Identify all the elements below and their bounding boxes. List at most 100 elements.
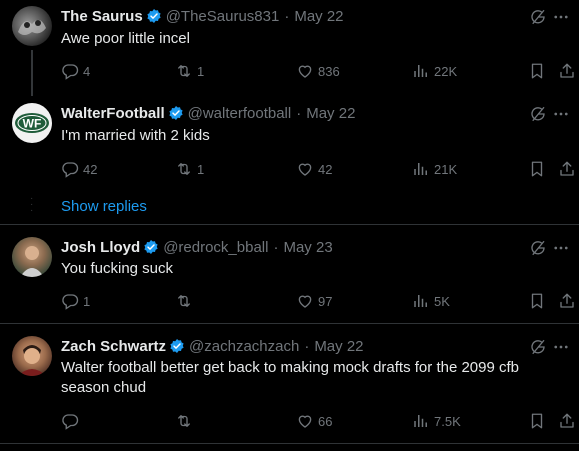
like-count: 66 [318, 413, 333, 429]
tweet-header: Zach Schwartz @zachzachzach · May 22 [61, 336, 364, 356]
display-name[interactable]: Zach Schwartz [61, 338, 166, 355]
share-icon [558, 160, 576, 178]
tweet-actions: 1 97 5K [61, 291, 579, 311]
repost-icon [175, 292, 193, 310]
display-name[interactable]: WalterFootball [61, 105, 165, 122]
reply-count: 4 [83, 63, 91, 79]
avatar-image-icon [18, 345, 46, 376]
user-handle[interactable]: @zachzachzach [189, 338, 299, 355]
avatar[interactable] [12, 6, 52, 46]
repost-icon [175, 412, 193, 430]
views-button[interactable]: 7.5K [412, 411, 461, 431]
share-button[interactable] [558, 61, 576, 81]
tweet-text: You fucking suck [61, 260, 174, 277]
bookmark-icon [528, 412, 546, 430]
tweet-actions: 42 1 42 21K [61, 159, 579, 179]
tweet[interactable]: WF WalterFootball @walterfootball · May … [0, 95, 579, 190]
views-icon [412, 62, 430, 80]
tweet-date[interactable]: May 22 [306, 105, 355, 122]
views-icon [412, 160, 430, 178]
reply-button[interactable]: 4 [61, 61, 90, 81]
bookmark-icon [528, 292, 546, 310]
display-name[interactable]: Josh Lloyd [61, 239, 140, 256]
like-icon [296, 62, 314, 80]
share-button[interactable] [558, 411, 576, 431]
bookmark-button[interactable] [528, 411, 546, 431]
bookmark-button[interactable] [528, 159, 546, 179]
like-button[interactable]: 42 [296, 159, 332, 179]
avatar-image-icon [18, 19, 46, 35]
avatar[interactable] [12, 336, 52, 376]
bookmark-button[interactable] [528, 291, 546, 311]
user-handle[interactable]: @redrock_bball [163, 239, 268, 256]
tweet[interactable]: Josh Lloyd @redrock_bball · May 23 You f… [0, 225, 579, 323]
view-count: 7.5K [434, 413, 461, 429]
repost-icon [175, 62, 193, 80]
tweet-header: WalterFootball @walterfootball · May 22 [61, 103, 355, 123]
like-count: 97 [318, 293, 333, 309]
views-button[interactable]: 21K [412, 159, 457, 179]
tweet-date[interactable]: May 22 [294, 8, 343, 25]
repost-button[interactable]: 1 [175, 61, 204, 81]
reply-button[interactable]: 42 [61, 159, 97, 179]
bookmark-icon [528, 160, 546, 178]
tweet-header: The Saurus @TheSaurus831 · May 22 [61, 6, 344, 26]
repost-button[interactable] [175, 411, 197, 431]
avatar[interactable] [12, 237, 52, 277]
views-button[interactable]: 5K [412, 291, 450, 311]
divider [0, 443, 579, 444]
reply-icon [61, 160, 79, 178]
like-button[interactable]: 66 [296, 411, 332, 431]
walterfootball-logo-icon: WF [15, 113, 49, 133]
user-handle[interactable]: @TheSaurus831 [166, 8, 280, 25]
verified-badge-icon [143, 239, 159, 255]
repost-button[interactable]: 1 [175, 159, 204, 179]
views-button[interactable]: 22K [412, 61, 457, 81]
view-count: 22K [434, 63, 458, 79]
share-button[interactable] [558, 159, 576, 179]
like-button[interactable]: 836 [296, 61, 340, 81]
tweet-text: Awe poor little incel [61, 30, 190, 47]
tweet-date[interactable]: May 23 [283, 239, 332, 256]
repost-count: 1 [197, 161, 205, 177]
tweet[interactable]: The Saurus @TheSaurus831 · May 22 Awe po… [0, 0, 579, 95]
grok-icon[interactable] [529, 239, 547, 257]
show-replies-link[interactable]: Show replies [61, 198, 147, 215]
separator-dot: · [284, 7, 290, 25]
reply-icon [61, 62, 79, 80]
reply-button[interactable] [61, 411, 83, 431]
more-options-icon[interactable] [551, 8, 571, 26]
repost-button[interactable] [175, 291, 197, 311]
like-icon [296, 412, 314, 430]
thread-line [31, 50, 33, 96]
repost-icon [175, 160, 193, 178]
more-options-icon[interactable] [551, 239, 571, 257]
reply-icon [61, 412, 79, 430]
display-name[interactable]: The Saurus [61, 8, 143, 25]
verified-badge-icon [169, 338, 185, 354]
more-options-icon[interactable] [551, 105, 571, 123]
grok-icon[interactable] [529, 105, 547, 123]
share-icon [558, 412, 576, 430]
grok-icon[interactable] [529, 8, 547, 26]
avatar-image-icon [20, 246, 44, 277]
grok-icon[interactable] [529, 338, 547, 356]
bookmark-button[interactable] [528, 61, 546, 81]
reply-count: 42 [83, 161, 98, 177]
bookmark-icon [528, 62, 546, 80]
avatar[interactable]: WF [12, 103, 52, 143]
tweet-actions: 4 1 836 22K [61, 61, 579, 81]
reply-button[interactable]: 1 [61, 291, 90, 311]
more-options-icon[interactable] [551, 338, 571, 356]
separator-dot: · [304, 337, 310, 355]
repost-count: 1 [197, 63, 205, 79]
user-handle[interactable]: @walterfootball [188, 105, 292, 122]
separator-dot: · [273, 238, 279, 256]
share-button[interactable] [558, 291, 576, 311]
view-count: 21K [434, 161, 458, 177]
verified-badge-icon [146, 8, 162, 24]
tweet-date[interactable]: May 22 [314, 338, 363, 355]
tweet[interactable]: Zach Schwartz @zachzachzach · May 22 Wal… [0, 324, 579, 451]
like-icon [296, 292, 314, 310]
like-button[interactable]: 97 [296, 291, 332, 311]
